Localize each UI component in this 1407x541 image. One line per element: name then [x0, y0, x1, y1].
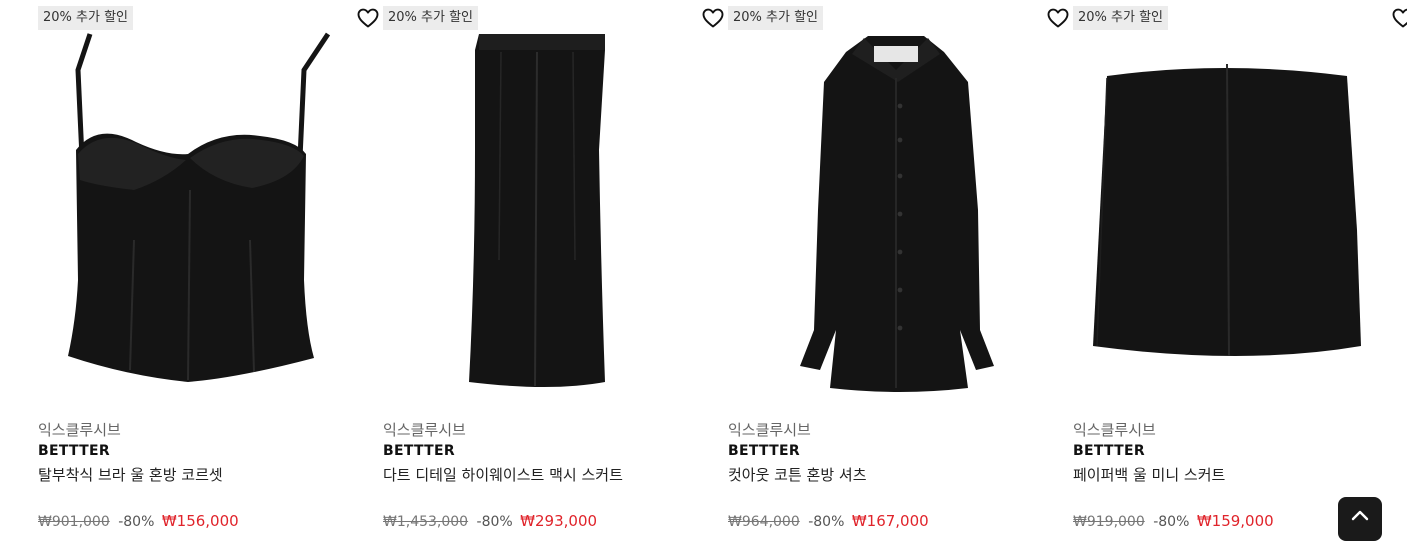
product-brand: BETTTER [728, 443, 800, 459]
product-name[interactable]: 페이퍼백 울 미니 스커트 [1073, 464, 1225, 485]
wishlist-heart-icon[interactable] [1391, 6, 1407, 30]
product-image-corset[interactable] [38, 30, 383, 392]
product-card[interactable]: 20% 추가 할인 익스클루시브 BETTTER 컷아웃 코튼 혼방 셔츠 ₩9… [728, 0, 1073, 530]
product-name[interactable]: 탈부착식 브라 울 혼방 코르셋 [38, 464, 223, 485]
extra-discount-badge: 20% 추가 할인 [383, 6, 478, 30]
product-category: 익스클루시브 [38, 421, 121, 439]
back-to-top-button[interactable] [1338, 497, 1382, 541]
product-image-maxi-skirt[interactable] [383, 30, 728, 392]
product-grid: 20% 추가 할인 익스클루시브 BETTTER 탈부착식 브라 울 혼방 코르… [0, 0, 1407, 530]
product-category: 익스클루시브 [728, 421, 811, 439]
wishlist-heart-icon[interactable] [1046, 6, 1070, 30]
product-card[interactable]: 20% 추가 할인 익스클루시브 BETTTER 페이퍼백 울 미니 스커트 ₩… [1073, 0, 1407, 530]
product-brand: BETTTER [1073, 443, 1145, 459]
sale-price: ₩159,000 [1196, 512, 1274, 530]
price-row: ₩1,453,000 -80% ₩293,000 [383, 512, 597, 530]
sale-price: ₩293,000 [520, 512, 598, 530]
price-row: ₩901,000 -80% ₩156,000 [38, 512, 239, 530]
extra-discount-badge: 20% 추가 할인 [728, 6, 823, 30]
sale-price: ₩167,000 [851, 512, 929, 530]
wishlist-heart-icon[interactable] [356, 6, 380, 30]
product-name[interactable]: 다트 디테일 하이웨이스트 맥시 스커트 [383, 464, 623, 485]
product-brand: BETTTER [38, 443, 110, 459]
price-row: ₩919,000 -80% ₩159,000 [1073, 512, 1274, 530]
product-brand: BETTTER [383, 443, 455, 459]
extra-discount-badge: 20% 추가 할인 [38, 6, 133, 30]
product-category: 익스클루시브 [383, 421, 466, 439]
price-row: ₩964,000 -80% ₩167,000 [728, 512, 929, 530]
product-card[interactable]: 20% 추가 할인 익스클루시브 BETTTER 탈부착식 브라 울 혼방 코르… [38, 0, 383, 530]
product-image-shirt[interactable] [728, 30, 1073, 392]
product-name[interactable]: 컷아웃 코튼 혼방 셔츠 [728, 464, 867, 485]
wishlist-heart-icon[interactable] [701, 6, 725, 30]
extra-discount-badge: 20% 추가 할인 [1073, 6, 1168, 30]
chevron-up-icon [1351, 510, 1369, 521]
product-category: 익스클루시브 [1073, 421, 1156, 439]
product-card[interactable]: 20% 추가 할인 익스클루시브 BETTTER 다트 디테일 하이웨이스트 맥… [383, 0, 728, 530]
product-image-mini-skirt[interactable] [1073, 30, 1407, 392]
sale-price: ₩156,000 [161, 512, 239, 530]
